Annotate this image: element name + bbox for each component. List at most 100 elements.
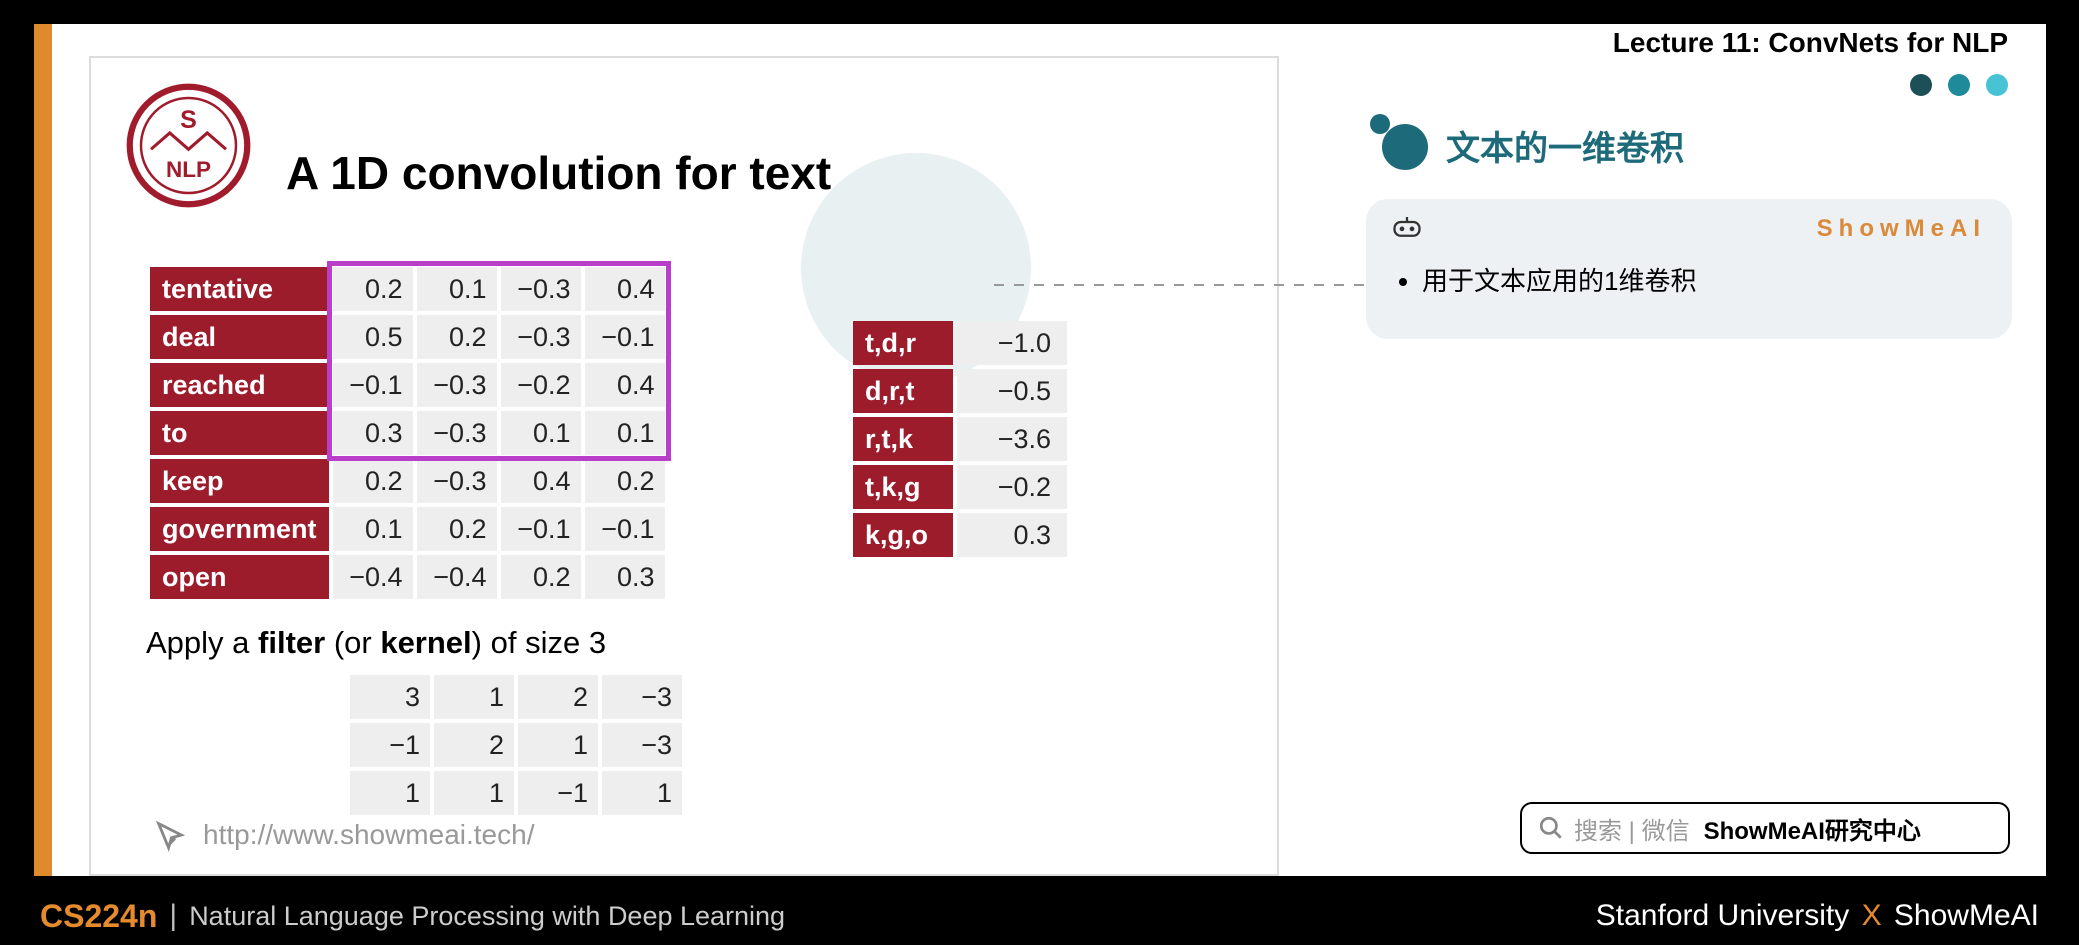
word-cell: tentative: [150, 267, 329, 311]
stanford-nlp-logo: S NLP: [126, 83, 251, 208]
value-cell: 0.4: [585, 363, 665, 407]
page-frame: Lecture 11: ConvNets for NLP 文本的一维卷积 Sho…: [30, 20, 2050, 880]
output-value-cell: 0.3: [957, 513, 1067, 557]
value-cell: 0.1: [585, 411, 665, 455]
side-title-block: 文本的一维卷积: [1368, 120, 1684, 170]
value-cell: −0.3: [417, 459, 497, 503]
dot-icon: [1948, 74, 1970, 96]
value-cell: 0.3: [585, 555, 665, 599]
slide-title: A 1D convolution for text: [286, 146, 831, 200]
filter-cell: 1: [602, 771, 682, 815]
note-bullet: 用于文本应用的1维卷积: [1422, 261, 1986, 298]
value-cell: 0.2: [417, 315, 497, 359]
filter-cell: −3: [602, 675, 682, 719]
value-cell: 0.4: [501, 459, 581, 503]
value-cell: 0.2: [501, 555, 581, 599]
table-row: k,g,o0.3: [853, 513, 1067, 557]
cursor-icon: [153, 818, 187, 852]
connector-line: [994, 284, 1364, 286]
slide-panel: S NLP A 1D convolution for text tentativ…: [89, 56, 1279, 876]
value-cell: 0.1: [333, 507, 413, 551]
filter-cell: 3: [350, 675, 430, 719]
output-label-cell: t,k,g: [853, 465, 953, 509]
value-cell: 0.1: [417, 267, 497, 311]
value-cell: 0.2: [585, 459, 665, 503]
word-cell: keep: [150, 459, 329, 503]
output-table-wrap: t,d,r−1.0d,r,t−0.5r,t,k−3.6t,k,g−0.2k,g,…: [849, 317, 1071, 561]
output-label-cell: k,g,o: [853, 513, 953, 557]
table-row: tentative0.20.1−0.30.4: [150, 267, 665, 311]
value-cell: −0.3: [417, 411, 497, 455]
filter-cell: −1: [518, 771, 598, 815]
value-cell: −0.4: [333, 555, 413, 599]
word-cell: reached: [150, 363, 329, 407]
table-row: deal0.50.2−0.3−0.1: [150, 315, 665, 359]
course-code: CS224n: [40, 898, 157, 935]
output-value-cell: −0.5: [957, 369, 1067, 413]
search-box[interactable]: 搜索 | 微信 ShowMeAI研究中心: [1520, 802, 2010, 854]
value-cell: −0.3: [417, 363, 497, 407]
table-row: t,k,g−0.2: [853, 465, 1067, 509]
value-cell: −0.1: [333, 363, 413, 407]
footer-right: Stanford University X ShowMeAI: [1596, 899, 2039, 933]
word-cell: deal: [150, 315, 329, 359]
table-row: t,d,r−1.0: [853, 321, 1067, 365]
value-cell: −0.2: [501, 363, 581, 407]
value-cell: 0.1: [501, 411, 581, 455]
search-icon: [1538, 815, 1564, 841]
search-hint: 搜索 | 微信: [1574, 811, 1690, 846]
value-cell: 0.2: [333, 459, 413, 503]
table-row: −121−3: [350, 723, 682, 767]
course-subtitle: Natural Language Processing with Deep Le…: [189, 901, 785, 932]
filter-cell: −3: [602, 723, 682, 767]
filter-cell: −1: [350, 723, 430, 767]
value-cell: 0.2: [333, 267, 413, 311]
footer-bar: CS224n | Natural Language Processing wit…: [0, 887, 2079, 945]
table-row: to0.3−0.30.10.1: [150, 411, 665, 455]
table-row: keep0.2−0.30.40.2: [150, 459, 665, 503]
value-cell: 0.2: [417, 507, 497, 551]
embedding-table-wrap: tentative0.20.1−0.30.4deal0.50.2−0.3−0.1…: [146, 263, 669, 603]
table-row: reached−0.1−0.3−0.20.4: [150, 363, 665, 407]
embedding-table: tentative0.20.1−0.30.4deal0.50.2−0.3−0.1…: [146, 263, 669, 603]
filter-caption: Apply a filter (or kernel) of size 3: [146, 625, 606, 661]
filter-table: 312−3−121−311−11: [346, 671, 686, 819]
filter-cell: 1: [434, 675, 514, 719]
filter-cell: 1: [434, 771, 514, 815]
table-row: open−0.4−0.40.20.3: [150, 555, 665, 599]
value-cell: 0.4: [585, 267, 665, 311]
output-value-cell: −3.6: [957, 417, 1067, 461]
value-cell: 0.3: [333, 411, 413, 455]
table-row: 11−11: [350, 771, 682, 815]
lecture-header: Lecture 11: ConvNets for NLP: [1613, 27, 2008, 59]
output-label-cell: d,r,t: [853, 369, 953, 413]
value-cell: −0.3: [501, 267, 581, 311]
note-brand: ShowMeAI: [1817, 215, 1986, 243]
orange-sidebar: [34, 24, 52, 876]
output-label-cell: r,t,k: [853, 417, 953, 461]
side-title-text: 文本的一维卷积: [1446, 121, 1684, 170]
word-cell: government: [150, 507, 329, 551]
filter-cell: 2: [434, 723, 514, 767]
note-box: ShowMeAI 用于文本应用的1维卷积: [1366, 199, 2012, 339]
table-row: d,r,t−0.5: [853, 369, 1067, 413]
table-row: government0.10.2−0.1−0.1: [150, 507, 665, 551]
table-row: r,t,k−3.6: [853, 417, 1067, 461]
word-cell: open: [150, 555, 329, 599]
site-link[interactable]: http://www.showmeai.tech/: [153, 818, 534, 852]
filter-table-wrap: 312−3−121−311−11: [346, 671, 686, 819]
value-cell: 0.5: [333, 315, 413, 359]
value-cell: −0.1: [585, 507, 665, 551]
value-cell: −0.3: [501, 315, 581, 359]
search-strong: ShowMeAI研究中心: [1704, 811, 1921, 846]
filter-cell: 1: [518, 723, 598, 767]
value-cell: −0.4: [417, 555, 497, 599]
filter-cell: 1: [350, 771, 430, 815]
output-value-cell: −0.2: [957, 465, 1067, 509]
filter-cell: 2: [518, 675, 598, 719]
output-label-cell: t,d,r: [853, 321, 953, 365]
table-row: 312−3: [350, 675, 682, 719]
word-cell: to: [150, 411, 329, 455]
dot-icon: [1910, 74, 1932, 96]
footer-sep: |: [169, 899, 177, 933]
